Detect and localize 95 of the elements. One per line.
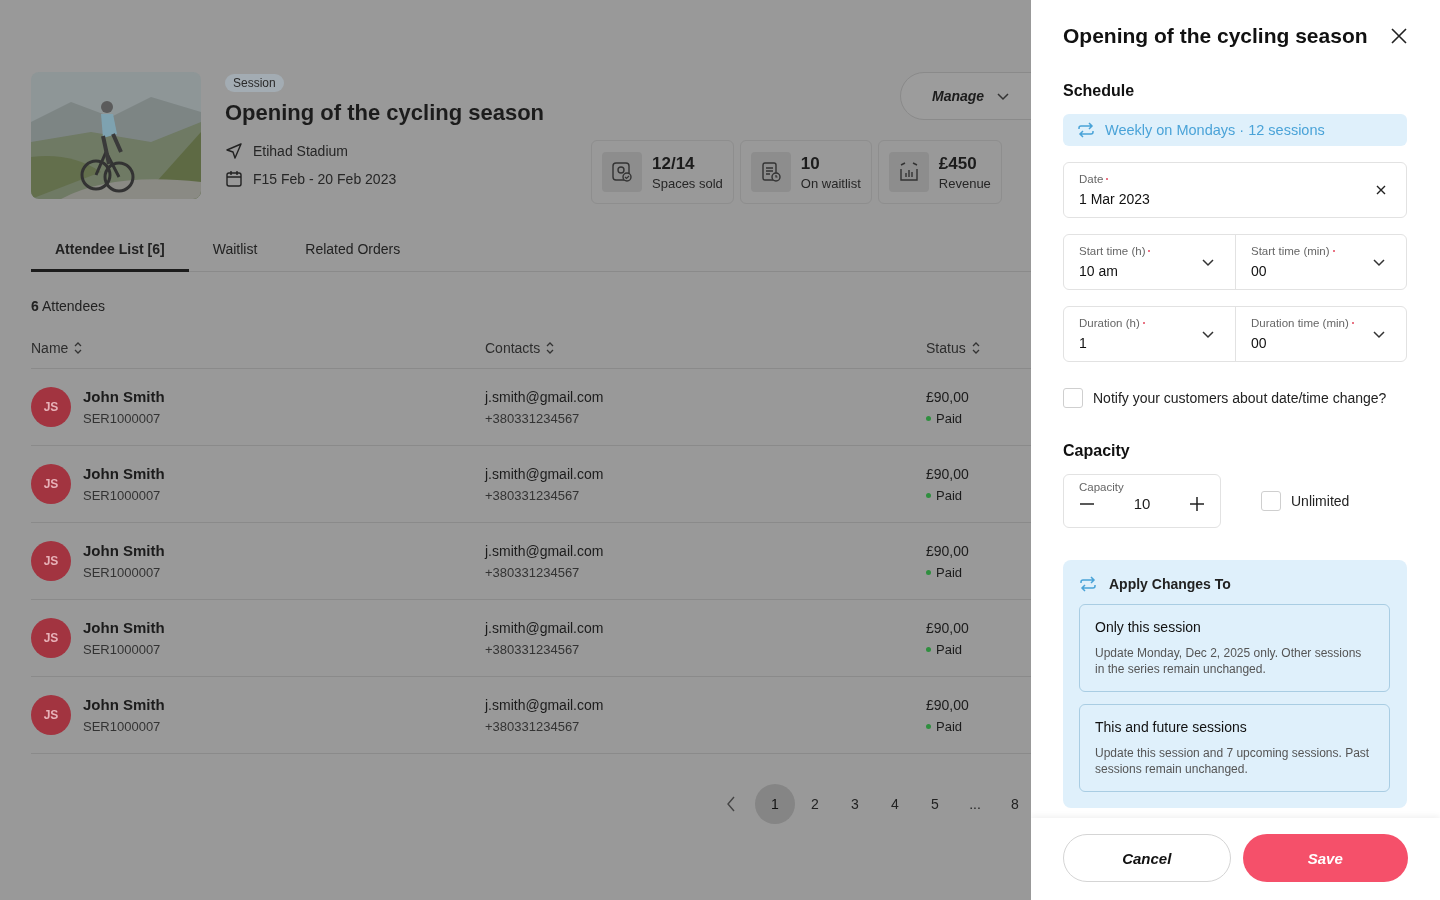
chart-icon xyxy=(897,161,920,183)
attendee-count: 6 Attendees xyxy=(31,298,106,314)
payment-amount: £90,00 xyxy=(926,388,970,405)
page-button[interactable]: 8 xyxy=(995,784,1031,824)
date-field[interactable]: Date 1 Mar 2023 xyxy=(1063,162,1407,218)
navigation-icon xyxy=(225,142,243,160)
column-header[interactable]: Status xyxy=(926,340,966,356)
attendee-phone: +380331234567 xyxy=(485,487,581,503)
tab[interactable]: Attendee List [6] xyxy=(31,231,189,272)
avatar: JS xyxy=(31,618,71,658)
list-clock-icon xyxy=(759,161,782,183)
save-button[interactable]: Save xyxy=(1242,834,1408,882)
page-button[interactable]: 2 xyxy=(795,784,835,824)
page-button[interactable]: ... xyxy=(955,784,995,824)
capacity-stepper[interactable]: Capacity 10 xyxy=(1063,474,1221,528)
avatar: JS xyxy=(31,695,71,735)
attendee-phone: +380331234567 xyxy=(485,564,581,580)
cancel-button[interactable]: Cancel xyxy=(1063,834,1231,882)
attendee-phone: +380331234567 xyxy=(485,410,581,426)
column-header[interactable]: Name xyxy=(31,340,69,356)
manage-button[interactable]: Manage xyxy=(900,72,1031,120)
attendee-id: SER1000007 xyxy=(83,488,162,503)
attendee-name: John Smith xyxy=(83,696,165,713)
payment-amount: £90,00 xyxy=(926,619,970,636)
option-description: Update Monday, Dec 2, 2025 only. Other sessions in the series remain unchanged. xyxy=(1095,645,1363,677)
page-button[interactable]: 4 xyxy=(875,784,915,824)
attendee-email: j.smith@gmail.com xyxy=(485,465,605,482)
session-badge: Session xyxy=(225,74,284,92)
stat-value: £450 xyxy=(938,153,978,174)
column-header[interactable]: Contacts xyxy=(485,340,541,356)
attendee-phone: +380331234567 xyxy=(485,641,581,657)
attendee-id: SER1000007 xyxy=(83,642,162,657)
avatar: JS xyxy=(31,464,71,504)
field-label: Capacity xyxy=(1079,481,1124,493)
option-card[interactable]: Only this session Update Monday, Dec 2, 2025 only. Other sessions in the series remain unchanged. xyxy=(1079,604,1390,692)
page-button[interactable]: 5 xyxy=(915,784,955,824)
calendar-icon xyxy=(225,170,243,188)
event-title: Opening of the cycling season xyxy=(225,100,545,126)
attendee-name: John Smith xyxy=(83,465,165,482)
checkbox[interactable]: Unlimited xyxy=(1261,491,1350,511)
checkbox[interactable]: Notify your customers about date/time change? xyxy=(1063,388,1387,408)
attendee-name: John Smith xyxy=(83,619,165,636)
attendee-id: SER1000007 xyxy=(83,719,162,734)
avatar: JS xyxy=(31,387,71,427)
close-button[interactable] xyxy=(1391,28,1407,44)
payment-status: Paid xyxy=(936,410,963,426)
section-heading: Capacity xyxy=(1063,442,1131,460)
tab[interactable]: Related Orders xyxy=(281,231,425,272)
tab[interactable]: Waitlist xyxy=(188,231,282,272)
stat-value: 12/14 xyxy=(652,153,696,174)
attendee-id: SER1000007 xyxy=(83,565,162,580)
payment-amount: £90,00 xyxy=(926,542,970,559)
attendee-phone: +380331234567 xyxy=(485,718,581,734)
option-title: Only this session xyxy=(1095,619,1202,635)
field-value: 1 Mar 2023 xyxy=(1079,191,1151,207)
attendee-name: John Smith xyxy=(83,388,165,405)
sort-icon[interactable] xyxy=(546,342,555,354)
recurrence-text: Weekly on Mondays · 12 sessions xyxy=(1105,122,1325,138)
attendee-id: SER1000007 xyxy=(83,411,162,426)
stat-label: Spaces sold xyxy=(652,175,723,191)
drawer-title: Opening of the cycling season xyxy=(1063,24,1368,48)
plus-icon[interactable] xyxy=(1189,495,1205,512)
stat-label: On waitlist xyxy=(800,175,861,191)
payment-status: Paid xyxy=(936,718,963,734)
payment-amount: £90,00 xyxy=(926,465,970,482)
attendee-name: John Smith xyxy=(83,542,165,559)
option-title: This and future sessions xyxy=(1095,719,1248,735)
payment-amount: £90,00 xyxy=(926,696,970,713)
payment-status: Paid xyxy=(936,487,963,503)
option-description: Update this session and 7 upcoming sessions. Past sessions remain unchanged. xyxy=(1095,745,1371,777)
section-heading: Schedule xyxy=(1063,82,1136,100)
event-dates: F15 Feb - 20 Feb 2023 xyxy=(253,171,397,187)
option-card[interactable]: This and future sessions Update this session and 7 upcoming sessions. Past sessions remain unchanged. xyxy=(1079,704,1390,792)
repeat-icon xyxy=(1077,122,1095,138)
chevron-left-icon xyxy=(726,796,736,812)
event-location: Etihad Stadium xyxy=(253,143,348,159)
page-button[interactable]: 3 xyxy=(835,784,875,824)
page-button[interactable]: 1 xyxy=(755,784,795,824)
stat-value: 10 xyxy=(800,153,821,174)
field-label: Date xyxy=(1079,173,1104,185)
clear-icon[interactable] xyxy=(1376,185,1386,195)
attendee-email: j.smith@gmail.com xyxy=(485,619,605,636)
sort-icon[interactable] xyxy=(971,342,980,354)
payment-status: Paid xyxy=(936,564,963,580)
attendee-email: j.smith@gmail.com xyxy=(485,542,605,559)
stat-label: Revenue xyxy=(938,175,991,191)
avatar: JS xyxy=(31,541,71,581)
capacity-value: 10 xyxy=(1133,495,1151,512)
panel-title: Apply Changes To xyxy=(1109,576,1231,592)
payment-status: Paid xyxy=(936,641,963,657)
attendee-email: j.smith@gmail.com xyxy=(485,696,605,713)
repeat-icon xyxy=(1079,576,1097,592)
ticket-check-icon xyxy=(611,161,633,183)
attendee-email: j.smith@gmail.com xyxy=(485,388,605,405)
sort-icon[interactable] xyxy=(74,342,83,354)
